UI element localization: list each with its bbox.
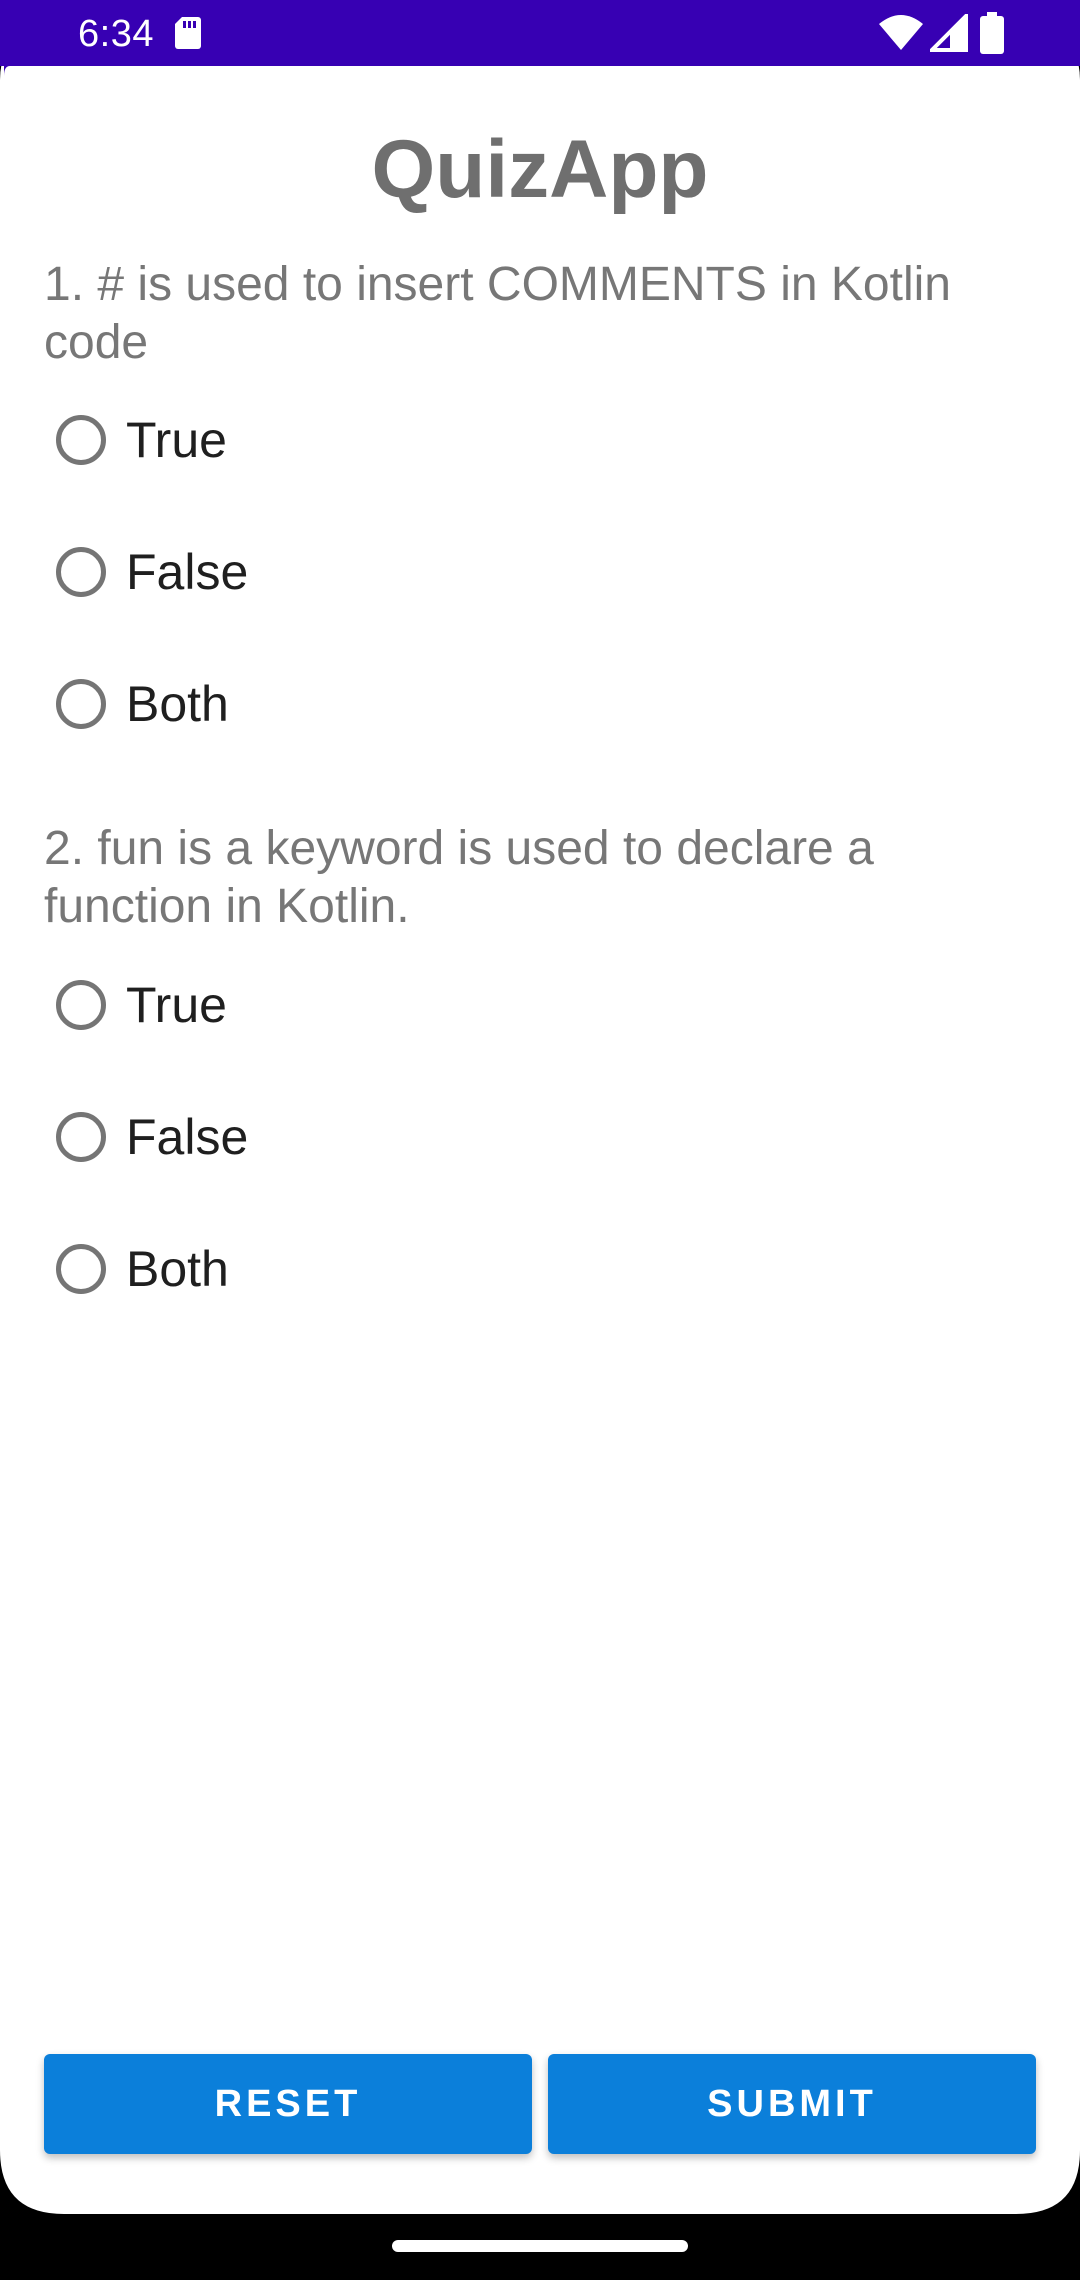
- radio-unchecked-icon[interactable]: [56, 1244, 106, 1294]
- screen-corner: [0, 66, 10, 76]
- q1-option-false[interactable]: False: [56, 535, 248, 609]
- radio-unchecked-icon[interactable]: [56, 980, 106, 1030]
- sd-card-icon: [175, 17, 201, 49]
- signal-icon: [930, 14, 968, 52]
- reset-button[interactable]: RESET: [44, 2054, 532, 2154]
- q2-option-both-label: Both: [126, 1241, 229, 1297]
- submit-button[interactable]: SUBMIT: [548, 2054, 1036, 2154]
- app-title: QuizApp: [371, 124, 709, 215]
- q1-option-true[interactable]: True: [56, 403, 227, 477]
- status-bar: 6:34: [0, 0, 1080, 66]
- q1-option-false-label: False: [126, 544, 249, 600]
- app-content: QuizApp 1. # is used to insert COMMENTS …: [0, 0, 1080, 2280]
- q1-option-both[interactable]: Both: [56, 667, 229, 741]
- radio-unchecked-icon[interactable]: [56, 679, 106, 729]
- question-2-text: 2. fun is a keyword is used to declare a…: [44, 822, 874, 933]
- q1-option-true-label: True: [126, 412, 227, 468]
- q2-option-both[interactable]: Both: [56, 1232, 229, 1306]
- q2-option-true-label: True: [126, 977, 227, 1033]
- radio-unchecked-icon[interactable]: [56, 1112, 106, 1162]
- status-time: 6:34: [78, 13, 154, 55]
- q2-option-true[interactable]: True: [56, 968, 227, 1042]
- wifi-icon: [879, 15, 923, 50]
- radio-unchecked-icon[interactable]: [56, 547, 106, 597]
- radio-unchecked-icon[interactable]: [56, 415, 106, 465]
- phone-screen: QuizApp 1. # is used to insert COMMENTS …: [0, 0, 1080, 2280]
- screen-bottom-corners: [0, 2150, 1080, 2214]
- q2-option-false[interactable]: False: [56, 1100, 248, 1174]
- q2-option-false-label: False: [126, 1109, 249, 1165]
- home-gesture-handle[interactable]: [392, 2240, 688, 2252]
- battery-icon: [980, 12, 1004, 54]
- q1-option-both-label: Both: [126, 676, 229, 732]
- question-1-text: 1. # is used to insert COMMENTS in Kotli…: [44, 258, 951, 369]
